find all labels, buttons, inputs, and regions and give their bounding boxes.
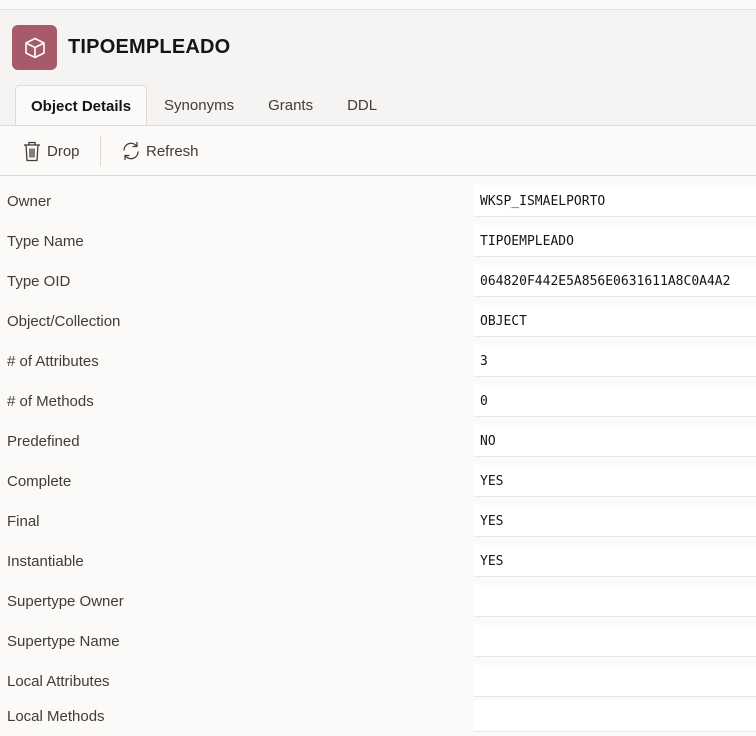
detail-value: 064820F442E5A856E0631611A8C0A4A2 <box>474 265 756 297</box>
detail-row-instantiable: Instantiable YES <box>0 541 756 581</box>
toolbar-divider <box>0 175 756 176</box>
detail-row-type-name: Type Name TIPOEMPLEADO <box>0 221 756 261</box>
toolbar: Drop Refresh <box>0 126 756 176</box>
detail-label: Supertype Owner <box>7 593 124 610</box>
detail-label: Instantiable <box>7 553 84 570</box>
detail-value: OBJECT <box>474 305 756 337</box>
refresh-button[interactable]: Refresh <box>121 138 199 164</box>
detail-label: Complete <box>7 473 72 490</box>
detail-value: 0 <box>474 385 756 417</box>
detail-label: Owner <box>7 193 52 210</box>
detail-value: YES <box>474 545 756 577</box>
detail-row-supertype-name: Supertype Name <box>0 621 756 661</box>
detail-row-predefined: Predefined NO <box>0 421 756 461</box>
detail-label: Predefined <box>7 433 80 450</box>
refresh-icon <box>123 141 139 161</box>
detail-label: Type Name <box>7 233 84 250</box>
detail-value: 3 <box>474 345 756 377</box>
detail-row-owner: Owner WKSP_ISMAELPORTO <box>0 181 756 221</box>
detail-value <box>474 700 756 732</box>
detail-row-object-collection: Object/Collection OBJECT <box>0 301 756 341</box>
detail-label: Supertype Name <box>7 633 120 650</box>
tab-ddl[interactable]: DDL <box>330 85 394 125</box>
detail-value <box>474 665 756 697</box>
refresh-label: Refresh <box>146 142 199 160</box>
detail-row-complete: Complete YES <box>0 461 756 501</box>
tab-grants[interactable]: Grants <box>251 85 330 125</box>
tab-bar: Object Details Synonyms Grants DDL <box>15 85 394 126</box>
detail-label: Type OID <box>7 273 71 290</box>
cube-icon <box>24 37 45 58</box>
tab-synonyms[interactable]: Synonyms <box>147 85 251 125</box>
drop-label: Drop <box>47 142 80 160</box>
detail-value: TIPOEMPLEADO <box>474 225 756 257</box>
detail-row-local-attributes: Local Attributes <box>0 661 756 701</box>
detail-value: YES <box>474 465 756 497</box>
detail-label: Object/Collection <box>7 313 121 330</box>
tab-object-details[interactable]: Object Details <box>15 85 148 126</box>
detail-row-final: Final YES <box>0 501 756 541</box>
drop-button[interactable]: Drop <box>22 138 80 164</box>
detail-row-local-methods: Local Methods <box>0 696 756 736</box>
detail-row-type-oid: Type OID 064820F442E5A856E0631611A8C0A4A… <box>0 261 756 301</box>
detail-label: # of Methods <box>7 393 94 410</box>
detail-value <box>474 625 756 657</box>
detail-row-supertype-owner: Supertype Owner <box>0 581 756 621</box>
detail-value: NO <box>474 425 756 457</box>
detail-value: YES <box>474 505 756 537</box>
detail-row-num-methods: # of Methods 0 <box>0 381 756 421</box>
detail-value: WKSP_ISMAELPORTO <box>474 185 756 217</box>
detail-row-num-attributes: # of Attributes 3 <box>0 341 756 381</box>
detail-value <box>474 585 756 617</box>
object-type-badge <box>12 25 57 70</box>
detail-label: Local Methods <box>7 708 105 725</box>
trash-icon <box>24 141 40 162</box>
detail-label: Local Attributes <box>7 673 110 690</box>
detail-label: Final <box>7 513 40 530</box>
page-title: TIPOEMPLEADO <box>68 36 231 58</box>
toolbar-separator <box>100 136 101 166</box>
detail-label: # of Attributes <box>7 353 99 370</box>
